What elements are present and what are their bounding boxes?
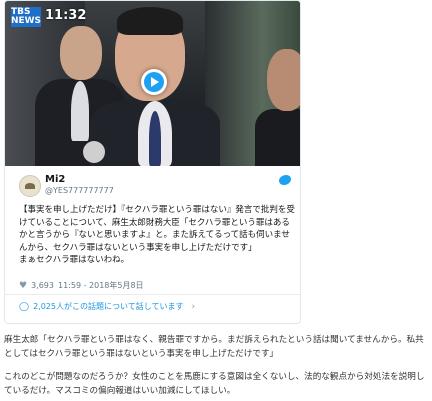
divider — [5, 294, 300, 295]
tweet-meta: ♥ 3,693 11:59 - 2018年5月8日 — [19, 280, 144, 291]
person-main-tie — [149, 111, 161, 166]
embedded-tweet-card: TBS NEWS 11:32 Mi2 @YES777777777 【事実を申し上… — [4, 0, 301, 324]
person-left-shirt — [71, 81, 89, 141]
conversation-link[interactable]: ◯ 2,025人がこの話題について話しています › — [19, 301, 195, 312]
tweet-timestamp[interactable]: 11:59 - 2018年5月8日 — [58, 280, 144, 291]
like-count: 3,693 — [31, 281, 54, 290]
avatar[interactable] — [19, 175, 41, 197]
person-main-hair — [117, 7, 183, 35]
person-left-head — [60, 26, 102, 80]
tweet-header: Mi2 @YES777777777 — [13, 171, 295, 201]
conversation-link-label: 2,025人がこの話題について話しています — [33, 302, 184, 311]
channel-logo: TBS NEWS — [10, 7, 42, 27]
person-right-head — [267, 49, 300, 111]
play-button[interactable] — [141, 69, 167, 95]
microphone — [83, 141, 105, 163]
user-handle[interactable]: @YES777777777 — [45, 186, 114, 195]
broadcast-time: 11:32 — [45, 8, 87, 23]
play-icon — [144, 72, 164, 92]
twitter-bird-icon[interactable] — [279, 175, 291, 185]
chevron-right-icon: › — [191, 301, 196, 312]
article-paragraph-2: これのどこが問題なのだろうか？女性のことを馬鹿にする意図は全くないし、法的な観点… — [4, 372, 425, 396]
heart-icon[interactable]: ♥ — [19, 281, 27, 291]
tweet-text: 【事実を申し上げただけ】『セクハラ罪という罪はない』発言で批判を受けていることに… — [19, 205, 295, 265]
video-thumbnail[interactable]: TBS NEWS 11:32 — [5, 1, 300, 166]
comment-icon: ◯ — [19, 301, 30, 312]
person-right-body — [255, 109, 300, 166]
article-paragraph-1: 麻生太郎「セクハラ罪という罪はなく、親告罪ですから。まだ訴えられたという話は聞い… — [4, 335, 424, 359]
display-name[interactable]: Mi2 — [45, 174, 65, 185]
